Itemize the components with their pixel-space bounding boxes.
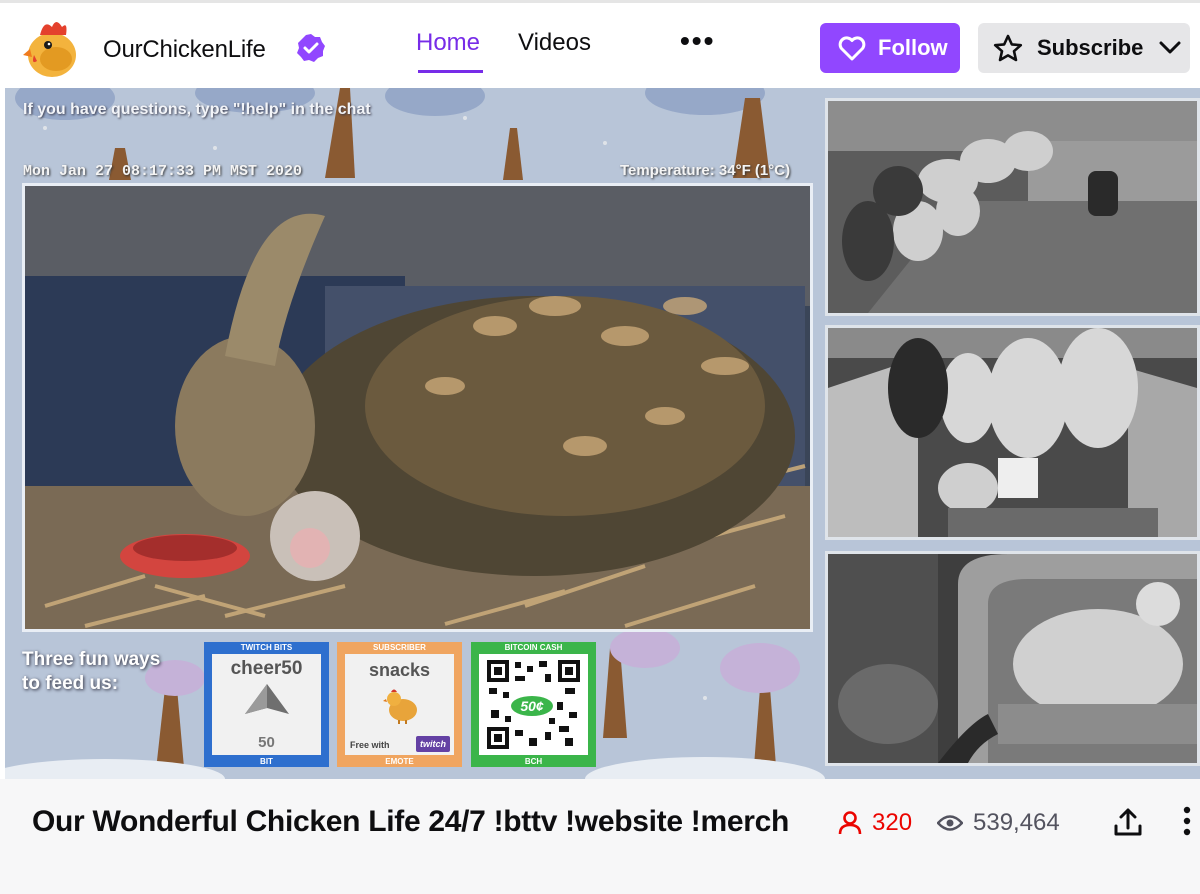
- main-camera-feed: [22, 183, 813, 632]
- follow-button[interactable]: Follow: [820, 23, 960, 73]
- follow-label: Follow: [878, 35, 948, 60]
- overlay-timestamp: Mon Jan 27 08:17:33 PM MST 2020: [23, 163, 303, 180]
- snacks-free-with: Free with: [350, 740, 390, 750]
- snacks-card-top-label: SUBSCRIBER: [373, 643, 426, 652]
- coop-camera-1[interactable]: [825, 98, 1200, 316]
- total-views-value: 539,464: [973, 809, 1060, 836]
- coop-camera-3[interactable]: [825, 551, 1200, 766]
- feed-text-line-1: Three fun ways: [22, 649, 161, 670]
- bch-amount-badge: 50¢: [509, 694, 555, 718]
- bch-card-bottom-label: BCH: [524, 757, 543, 766]
- feed-text-line-2: to feed us:: [22, 673, 119, 694]
- bch-card-top-label: BITCOIN CASH: [504, 643, 563, 652]
- stream-info-bar: Our Wonderful Chicken Life 24/7 !bttv !w…: [0, 779, 1200, 894]
- tab-home[interactable]: Home: [416, 29, 480, 57]
- bits-card-number: 50: [258, 734, 275, 751]
- chevron-down-icon[interactable]: [1159, 41, 1181, 55]
- snacks-card: SUBSCRIBER snacks Free with twitch EMOTE: [337, 642, 462, 767]
- more-menu-button[interactable]: •••: [680, 27, 715, 55]
- heart-icon: [838, 36, 866, 61]
- viewer-count: 320: [838, 809, 912, 837]
- chicken-emote-icon: [383, 689, 417, 724]
- video-player[interactable]: If you have questions, type "!help" in t…: [5, 88, 1200, 779]
- feed-us-text: Three fun ways to feed us:: [22, 648, 160, 696]
- channel-header: OurChickenLife Home Videos ••• Follow Su…: [0, 0, 1200, 88]
- coop-camera-2[interactable]: [825, 325, 1200, 540]
- snacks-card-title: snacks: [368, 660, 431, 680]
- verified-badge-icon: [296, 33, 326, 63]
- tab-videos[interactable]: Videos: [518, 29, 591, 57]
- subscribe-label: Subscribe: [1037, 35, 1144, 60]
- bits-card-bottom-label: BIT: [260, 757, 273, 766]
- snacks-card-bottom-label: EMOTE: [385, 757, 414, 766]
- viewer-count-value: 320: [872, 809, 913, 836]
- twitch-prime-badge: twitch: [416, 736, 450, 752]
- tab-home-active-indicator: [418, 70, 483, 73]
- bits-card-top-label: TWITCH BITS: [240, 643, 293, 652]
- total-views: 539,464: [937, 809, 1060, 837]
- eye-icon: [937, 815, 963, 831]
- stream-title: Our Wonderful Chicken Life 24/7 !bttv !w…: [32, 805, 790, 838]
- channel-name[interactable]: OurChickenLife: [103, 36, 266, 64]
- overlay-temperature: Temperature: 34°F (1°C): [620, 162, 791, 179]
- star-icon: [993, 34, 1023, 62]
- help-overlay-text: If you have questions, type "!help" in t…: [23, 101, 371, 118]
- bits-card-title: cheer50: [230, 658, 303, 679]
- person-icon: [838, 811, 862, 835]
- bits-card: TWITCH BITS cheer50 50 BIT: [204, 642, 329, 767]
- channel-avatar[interactable]: [22, 15, 82, 79]
- bits-gem-icon: [245, 684, 289, 714]
- subscribe-button[interactable]: Subscribe: [978, 23, 1190, 73]
- more-options-icon[interactable]: [1180, 806, 1194, 843]
- share-icon[interactable]: [1112, 806, 1144, 843]
- bitcoin-cash-card: BITCOIN CASH 50¢ BCH: [471, 642, 596, 767]
